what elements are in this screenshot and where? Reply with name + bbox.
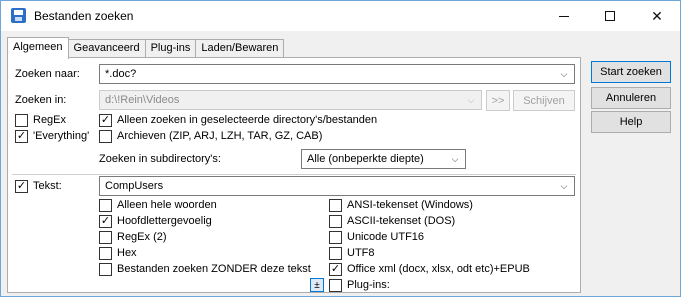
utf8-checkbox[interactable] <box>329 247 342 260</box>
hex-checkbox[interactable] <box>99 247 112 260</box>
regex2-label: RegEx (2) <box>117 231 167 243</box>
whole-words-label: Alleen hele woorden <box>117 199 217 211</box>
utf16-checkbox[interactable] <box>329 231 342 244</box>
tab-geavanceerd[interactable]: Geavanceerd <box>67 39 146 58</box>
check-icon: ✓ <box>100 215 111 227</box>
help-button[interactable]: Help <box>591 111 671 133</box>
close-icon: ✕ <box>651 7 663 24</box>
regex2-checkbox[interactable] <box>99 231 112 244</box>
only-selected-label: Alleen zoeken in geselecteerde directory… <box>117 114 378 126</box>
maximize-button[interactable] <box>587 1 633 31</box>
drives-button[interactable]: Schijven <box>513 90 575 111</box>
check-icon: ✓ <box>330 263 341 275</box>
case-sensitive-checkbox[interactable]: ✓ <box>99 215 112 228</box>
check-icon: ✓ <box>16 180 27 192</box>
without-text-checkbox[interactable] <box>99 263 112 276</box>
text-label: Tekst: <box>33 180 62 192</box>
check-icon: ✓ <box>16 130 27 142</box>
plug-ins-label: Plug-ins: <box>347 279 390 291</box>
search-for-label: Zoeken naar: <box>15 68 80 80</box>
maximize-icon <box>605 11 615 21</box>
ansi-label: ANSI-tekenset (Windows) <box>347 199 473 211</box>
check-icon: ✓ <box>100 114 111 126</box>
subdirs-value: Alle (onbeperkte diepte) <box>307 153 424 165</box>
search-for-value: *.doc? <box>105 68 137 80</box>
regex-label: RegEx <box>33 114 67 126</box>
office-xml-checkbox[interactable]: ✓ <box>329 263 342 276</box>
cancel-button[interactable]: Annuleren <box>591 87 671 109</box>
subdirs-label: Zoeken in subdirectory's: <box>99 153 221 165</box>
title-bar: Bestanden zoeken ✕ <box>1 1 680 31</box>
everything-label: 'Everything' <box>33 130 90 142</box>
chevron-down-icon[interactable]: ⌵ <box>558 68 570 80</box>
chevron-down-icon[interactable]: ⌵ <box>449 153 461 165</box>
minimize-button[interactable] <box>541 1 587 31</box>
browse-button[interactable]: >> <box>486 90 510 111</box>
search-in-label: Zoeken in: <box>15 94 67 106</box>
utf8-label: UTF8 <box>347 247 375 259</box>
subdirs-select[interactable]: Alle (onbeperkte diepte) ⌵ <box>301 149 466 169</box>
close-button[interactable]: ✕ <box>634 1 680 31</box>
archives-checkbox[interactable] <box>99 130 112 143</box>
only-selected-checkbox[interactable]: ✓ <box>99 114 112 127</box>
ascii-checkbox[interactable] <box>329 215 342 228</box>
tab-plug-ins[interactable]: Plug-ins <box>144 39 197 58</box>
window-title: Bestanden zoeken <box>34 9 134 23</box>
utf16-label: Unicode UTF16 <box>347 231 425 243</box>
section-divider <box>12 174 576 175</box>
case-sensitive-label: Hoofdlettergevoelig <box>117 215 212 227</box>
tab-laden-bewaren[interactable]: Laden/Bewaren <box>195 39 285 58</box>
whole-words-checkbox[interactable] <box>99 199 112 212</box>
text-checkbox[interactable]: ✓ <box>15 180 28 193</box>
tab-panel-algemeen: Zoeken naar: *.doc? ⌵ Zoeken in: d:\!Rei… <box>7 57 581 293</box>
text-value: CompUsers <box>105 180 164 192</box>
save-disk-icon <box>11 8 26 23</box>
chevron-down-icon[interactable]: ⌵ <box>465 94 477 106</box>
plug-ins-checkbox[interactable] <box>329 279 342 292</box>
start-search-button[interactable]: Start zoeken <box>591 61 671 83</box>
tab-bar: Algemeen Geavanceerd Plug-ins Laden/Bewa… <box>7 37 285 59</box>
everything-checkbox[interactable]: ✓ <box>15 130 28 143</box>
hex-label: Hex <box>117 247 137 259</box>
text-combo[interactable]: CompUsers ⌵ <box>99 176 575 196</box>
search-in-combo[interactable]: d:\!Rein\Videos ⌵ <box>99 90 482 110</box>
search-for-combo[interactable]: *.doc? ⌵ <box>99 64 575 84</box>
search-in-value: d:\!Rein\Videos <box>105 94 180 106</box>
chevron-down-icon[interactable]: ⌵ <box>558 180 570 192</box>
archives-label: Archieven (ZIP, ARJ, LZH, TAR, GZ, CAB) <box>117 130 323 142</box>
minimize-icon <box>559 15 569 17</box>
regex-checkbox[interactable] <box>15 114 28 127</box>
search-window: Bestanden zoeken ✕ Algemeen Geavanceerd … <box>0 0 681 297</box>
ansi-checkbox[interactable] <box>329 199 342 212</box>
ascii-label: ASCII-tekenset (DOS) <box>347 215 456 227</box>
tab-algemeen[interactable]: Algemeen <box>7 37 69 59</box>
office-xml-label: Office xml (docx, xlsx, odt etc)+EPUB <box>347 263 530 275</box>
expand-button[interactable]: ± <box>310 278 324 292</box>
without-text-label: Bestanden zoeken ZONDER deze tekst <box>117 263 311 275</box>
